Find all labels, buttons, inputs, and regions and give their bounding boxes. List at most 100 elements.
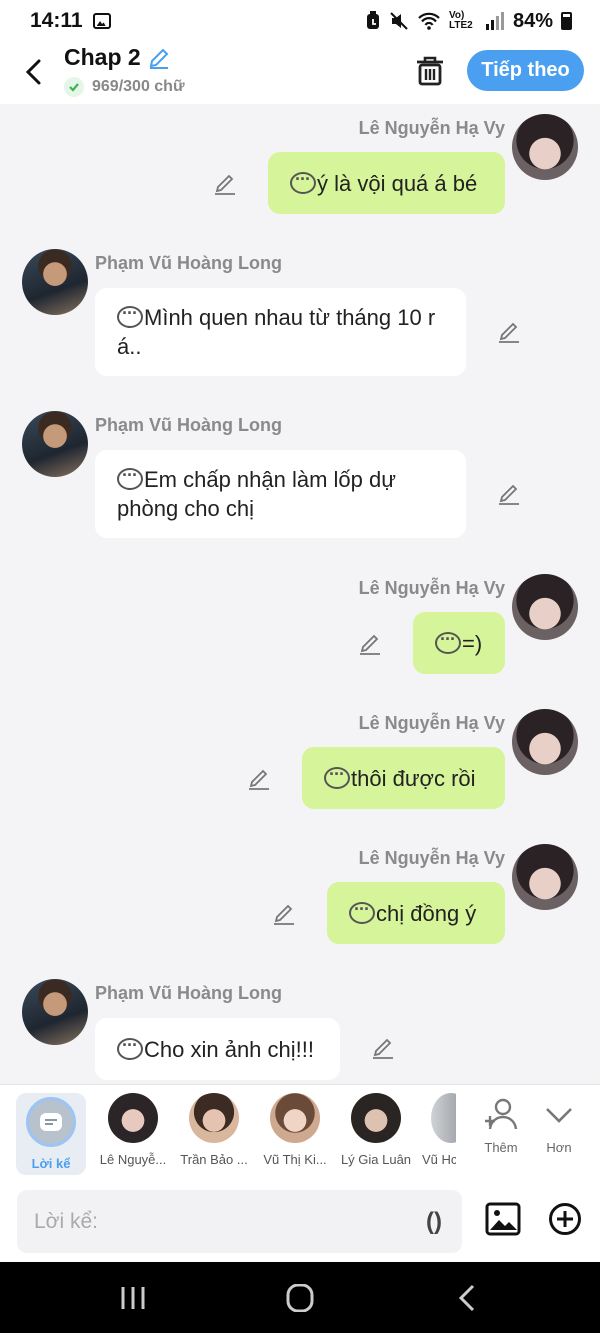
character-item[interactable]: Lê Nguyễ... [92,1093,174,1167]
character-label: Lê Nguyễ... [99,1152,167,1167]
chat-bubble-icon [435,625,461,654]
chapter-header: Chap 2 969/300 chữ Tiếp theo [0,42,600,104]
avatar[interactable] [22,249,88,315]
edit-pencil-icon[interactable] [272,902,296,926]
chapter-title: Chap 2 [64,44,141,70]
sender-name: Phạm Vũ Hoàng Long [95,983,282,1003]
avatar[interactable] [22,979,88,1045]
character-label: Vũ Hc [422,1152,456,1167]
insert-image-button[interactable] [485,1201,521,1237]
alarm-icon [366,11,379,29]
edit-pencil-icon[interactable] [247,767,271,791]
status-time: 14:11 [30,9,83,32]
edit-pencil-icon[interactable] [371,1036,395,1060]
sender-name: Lê Nguyễn Hạ Vy [358,118,505,138]
collapse-label: Hơn [546,1140,572,1155]
back-button[interactable] [18,56,50,88]
chevron-down-icon [546,1108,572,1123]
message-bubble[interactable]: Em chấp nhận làm lốp dự phòng cho chị [95,450,466,538]
edit-pencil-icon[interactable] [497,482,521,506]
message-text: =) [462,630,483,656]
chat-bubble-icon [290,165,316,194]
system-nav-bar [0,1262,600,1333]
avatar[interactable] [22,411,88,477]
image-icon [485,1202,521,1236]
message-bubble[interactable]: Cho xin ảnh chị!!! [95,1018,340,1080]
message-bubble[interactable]: thôi được rồi [302,747,505,809]
character-selector: Lời kể Lê Nguyễ... Trần Bảo ... Vũ Thị K… [0,1084,600,1180]
collapse-button[interactable]: Hơn [532,1095,586,1155]
character-item[interactable]: Vũ Hc [414,1093,456,1167]
message-bubble[interactable]: ý là vội quá á bé [268,152,505,214]
parenthesis-button[interactable]: () [426,1208,442,1236]
message-text: chị đồng ý [376,900,477,926]
chat-bubble-icon [117,1031,143,1060]
character-item[interactable]: Lý Gia Luân [335,1093,417,1167]
sender-name: Lê Nguyễn Hạ Vy [358,848,505,868]
message-bubble[interactable]: chị đồng ý [327,882,505,944]
avatar[interactable] [512,844,578,910]
message-text: Em chấp nhận làm lốp dự phòng cho chị [117,467,396,521]
add-character-label: Thêm [484,1140,518,1155]
avatar[interactable] [512,709,578,775]
add-person-icon [485,1098,518,1130]
chat-bubble-icon [117,299,143,328]
status-bar: 14:11 Vo) LTE2 84% [0,0,600,42]
chat-bubble-icon [349,895,375,924]
back-nav-icon[interactable] [448,1284,488,1312]
character-label: Lời kể [31,1156,71,1171]
sender-name: Phạm Vũ Hoàng Long [95,253,282,273]
character-label: Vũ Thị Ki... [263,1152,327,1167]
trash-icon [417,56,443,86]
recent-apps-icon[interactable] [113,1284,153,1312]
chat-bubble-icon [117,461,143,490]
edit-pencil-icon[interactable] [213,172,237,196]
word-count: 969/300 chữ [92,78,185,95]
avatar [431,1093,456,1143]
home-icon[interactable] [280,1284,320,1312]
message-bubble[interactable]: =) [413,612,505,674]
narrator-icon [26,1097,76,1147]
avatar[interactable] [512,574,578,640]
delete-button[interactable] [414,54,446,88]
message-text: Mình quen nhau từ tháng 10 r á.. [117,305,436,359]
sender-name: Phạm Vũ Hoàng Long [95,415,282,435]
wifi-icon [418,12,440,30]
character-item[interactable]: Trần Bảo ... [173,1093,255,1167]
avatar [270,1093,320,1143]
pencil-icon[interactable] [147,46,171,70]
chat-bubble-icon [324,760,350,789]
gallery-notification-icon [92,13,111,29]
sender-name: Lê Nguyễn Hạ Vy [358,578,505,598]
network-type: Vo) LTE2 [448,10,473,31]
title-area: Chap 2 969/300 chữ [64,44,185,97]
avatar [351,1093,401,1143]
message-input-placeholder: Lời kể: [34,1209,98,1233]
message-input[interactable]: Lời kể: () [17,1190,462,1253]
character-item[interactable]: Vũ Thị Ki... [254,1093,336,1167]
battery-percent: 84% [512,9,553,32]
message-bubble[interactable]: Mình quen nhau từ tháng 10 r á.. [95,288,466,376]
add-character-button[interactable]: Thêm [474,1095,528,1155]
word-count-row: 969/300 chữ [64,77,185,97]
edit-pencil-icon[interactable] [358,632,382,656]
signal-icon [485,12,504,30]
avatar [189,1093,239,1143]
chapter-title-row[interactable]: Chap 2 [64,44,185,71]
message-text: Cho xin ảnh chị!!! [144,1036,314,1062]
avatar[interactable] [512,114,578,180]
add-button[interactable] [548,1202,582,1236]
chat-area[interactable]: Lê Nguyễn Hạ Vy ý là vội quá á bé Phạm V… [0,104,600,1084]
battery-icon [561,12,572,30]
chevron-left-icon [25,59,41,85]
sender-name: Lê Nguyễn Hạ Vy [358,713,505,733]
app-root: 14:11 Vo) LTE2 84% Chap 2 969/300 chữ Ti… [0,0,600,1333]
next-button[interactable]: Tiếp theo [467,50,584,91]
character-narrator[interactable]: Lời kể [16,1093,86,1175]
checkmark-icon [64,77,84,97]
character-label: Trần Bảo ... [180,1152,248,1167]
plus-circle-icon [549,1203,581,1235]
edit-pencil-icon[interactable] [497,320,521,344]
message-text: ý là vội quá á bé [317,170,478,196]
composer: Lời kể: () [0,1180,600,1262]
